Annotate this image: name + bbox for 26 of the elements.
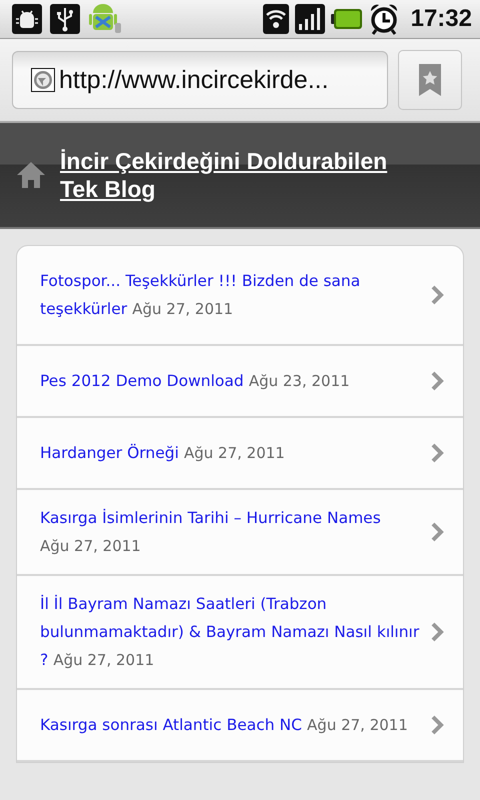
clock-time: 17:32 [410, 5, 472, 33]
bookmarks-button[interactable] [398, 50, 462, 110]
alarm-clock-icon [368, 3, 399, 35]
chevron-right-icon[interactable] [431, 715, 445, 735]
chevron-right-icon[interactable] [431, 522, 445, 542]
post-link[interactable]: İl İl Bayram Namazı Saatleri (Trabzon bulunmamaktadır) & Bayram Namazı Nasıl kılınır ? Ağu 27, 2011 [40, 590, 427, 674]
url-text: http://www.incircekirde... [59, 66, 329, 94]
chevron-right-icon[interactable] [431, 622, 445, 642]
blog-title-link[interactable]: İncir Çekirdeğini Doldurabilen Tek Blog [60, 147, 430, 203]
post-link[interactable]: Hardanger Örneği Ağu 27, 2011 [40, 439, 427, 467]
chevron-right-icon[interactable] [431, 371, 445, 391]
battery-icon [330, 8, 363, 30]
chevron-right-icon[interactable] [431, 285, 445, 305]
post-link[interactable]: Kasırga İsimlerinin Tarihi – Hurricane Names Ağu 27, 2011 [40, 504, 427, 560]
home-icon[interactable] [16, 160, 46, 190]
post-link[interactable]: Fotospor... Teşekkürler !!! Bizden de sana teşekkürler Ağu 27, 2011 [40, 267, 427, 323]
signal-icon [294, 4, 325, 34]
post-link[interactable]: Kasırga sonrası Atlantic Beach NC Ağu 27, 2011 [40, 711, 427, 739]
bookmark-star-icon [419, 64, 441, 96]
debug-icon [12, 4, 42, 34]
chevron-right-icon[interactable] [431, 443, 445, 463]
globe-icon [31, 68, 55, 92]
wifi-icon [262, 4, 289, 34]
post-link[interactable]: Pes 2012 Demo Download Ağu 23, 2011 [40, 367, 427, 395]
address-field[interactable]: http://www.incircekirde... [12, 51, 388, 109]
usb-icon [50, 4, 80, 34]
